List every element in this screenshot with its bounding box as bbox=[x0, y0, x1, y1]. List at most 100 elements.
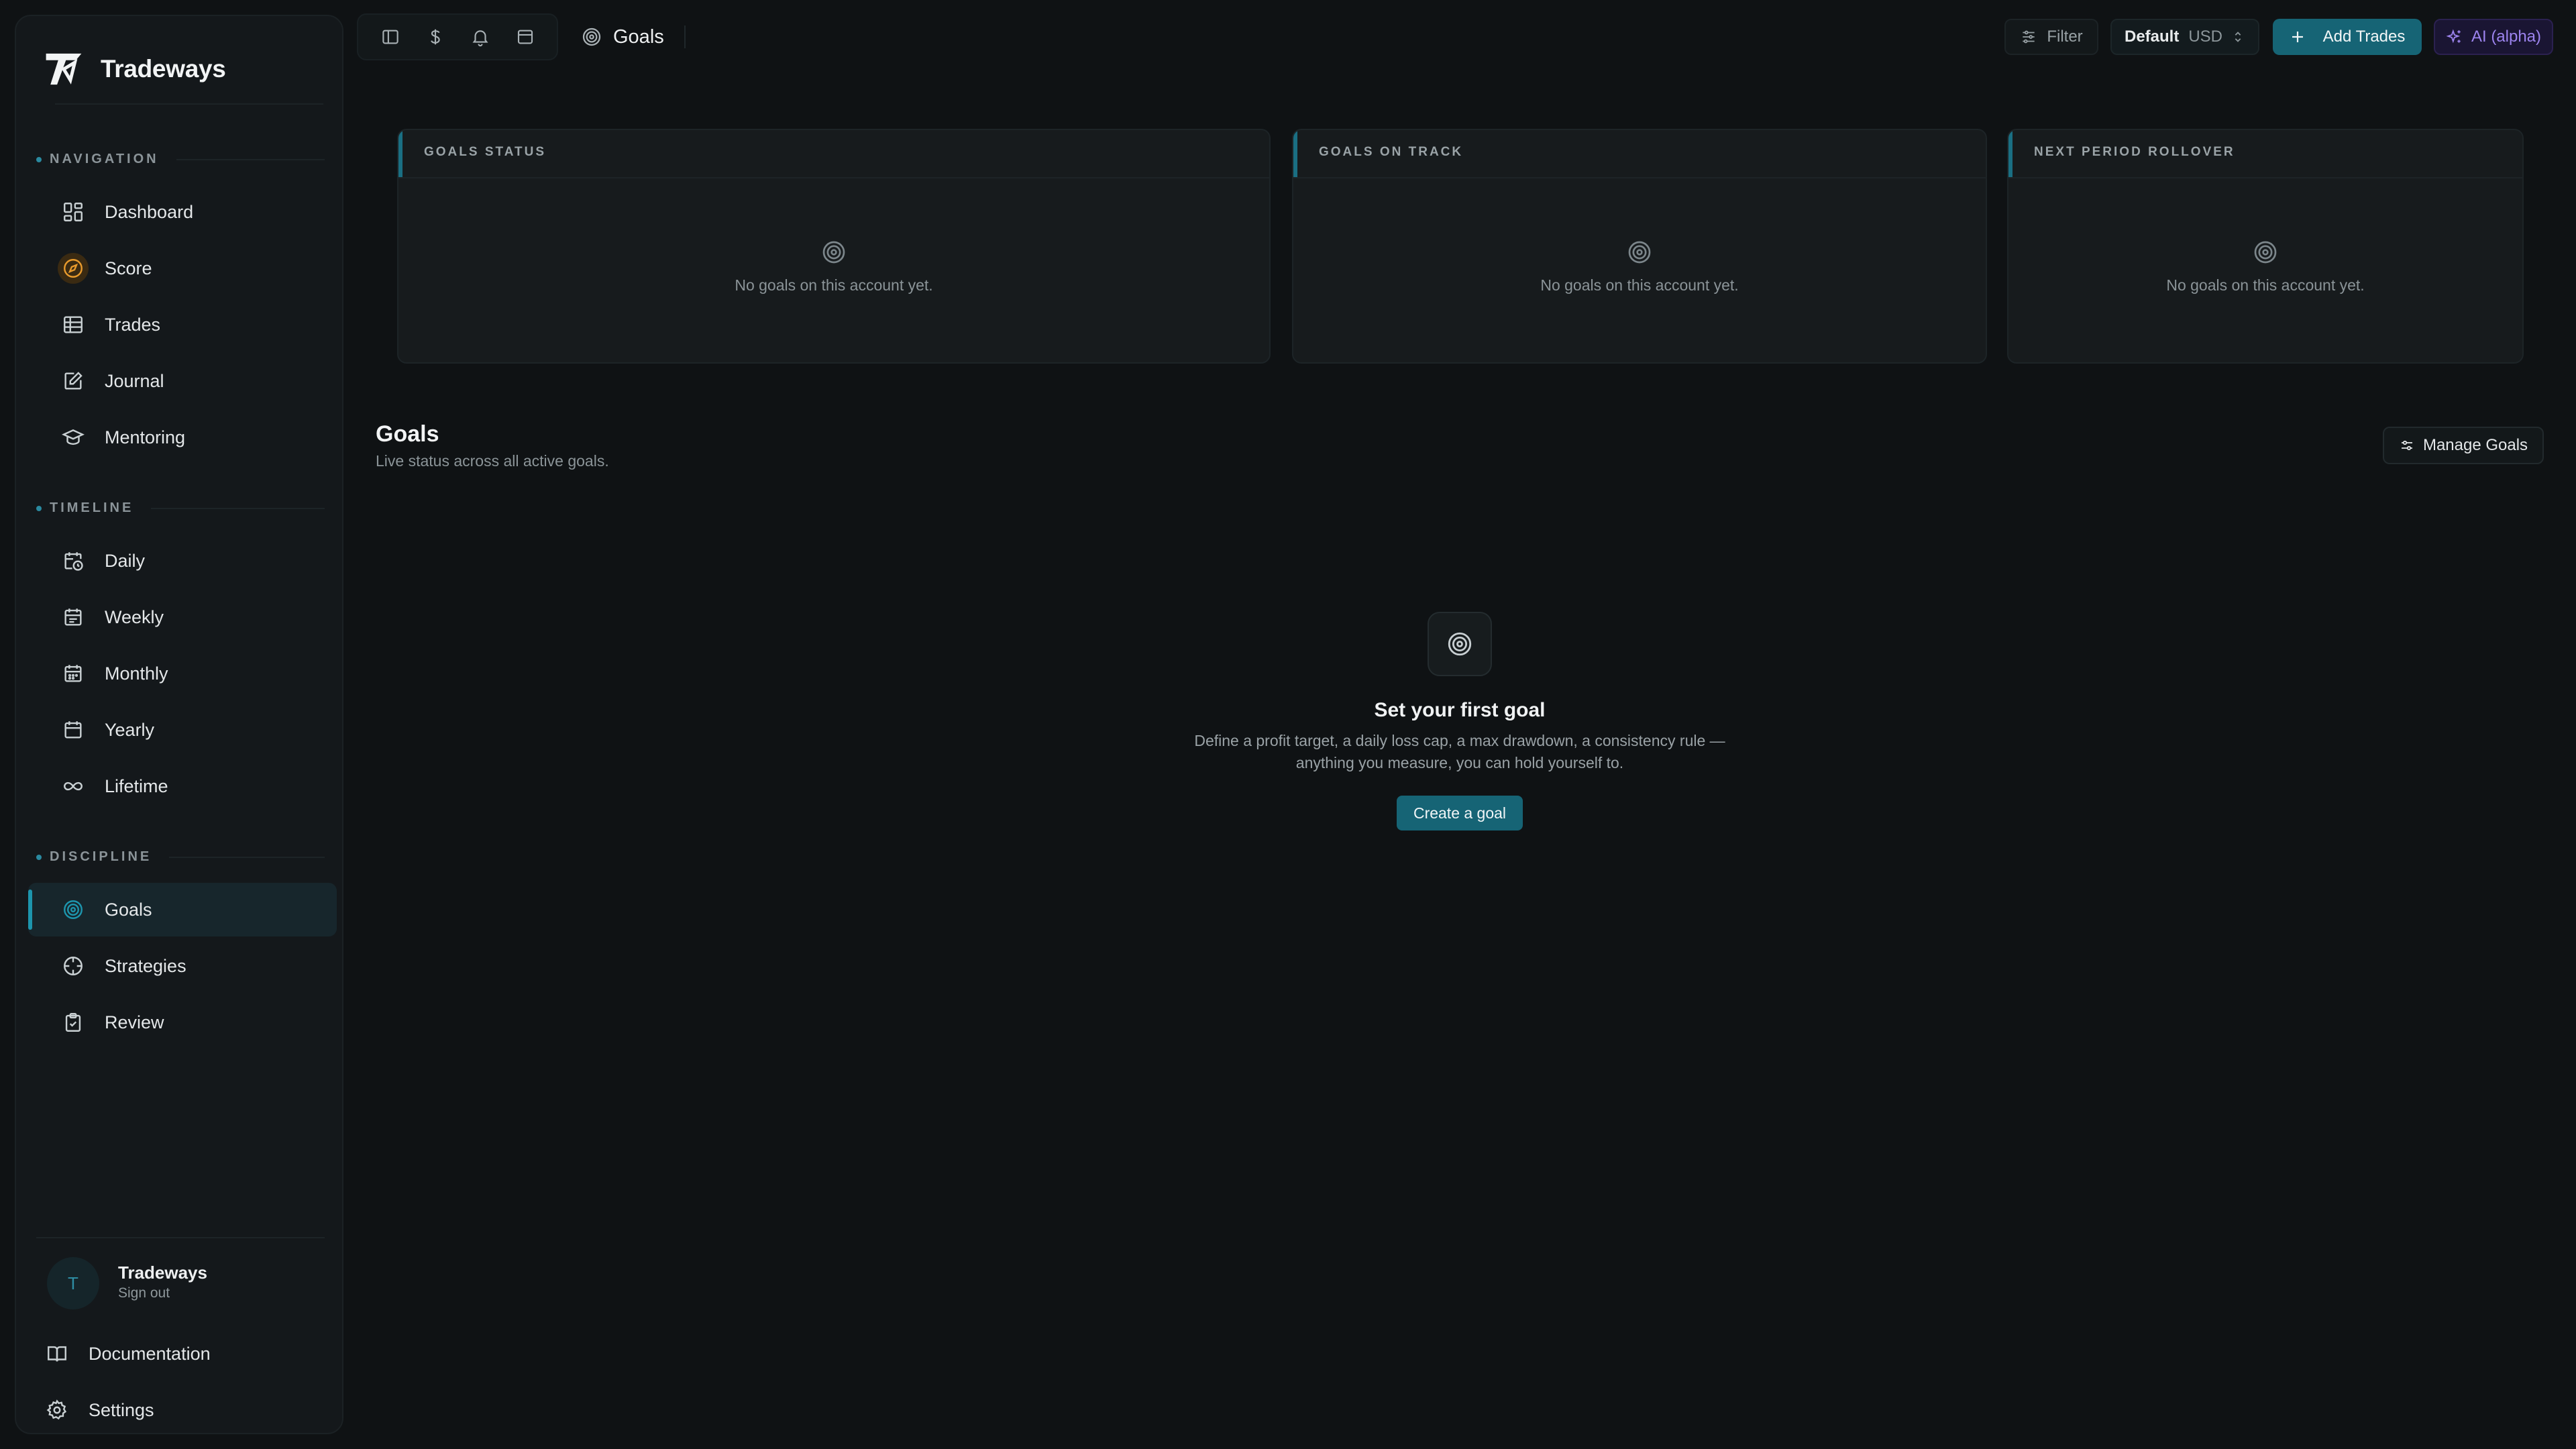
sidebar: Tradeways NAVIGATION Dashboard Score Tra… bbox=[15, 15, 343, 1434]
section-line bbox=[151, 507, 325, 509]
sidebar-item-review[interactable]: Review bbox=[28, 996, 337, 1049]
calendar-icon bbox=[64, 665, 82, 682]
sidebar-item-score[interactable]: Score bbox=[28, 241, 337, 295]
filter-label: Filter bbox=[2047, 28, 2083, 46]
target-icon bbox=[582, 28, 601, 46]
create-goal-button[interactable]: Create a goal bbox=[1397, 796, 1523, 830]
account-selector[interactable]: Default USD bbox=[2110, 19, 2259, 55]
sidebar-toggle-icon bbox=[382, 30, 398, 44]
sliders-icon bbox=[2023, 30, 2035, 44]
sidebar-item-daily[interactable]: Daily bbox=[28, 534, 337, 588]
bell-icon bbox=[472, 30, 488, 47]
page-title-label: Goals bbox=[613, 25, 664, 48]
empty-state-title: Set your first goal bbox=[1374, 699, 1546, 721]
settings-link[interactable]: Settings bbox=[46, 1390, 327, 1430]
section-dot bbox=[36, 854, 42, 860]
section-dot bbox=[36, 156, 42, 162]
sidebar-item-journal[interactable]: Journal bbox=[28, 354, 337, 408]
account-name: Default bbox=[2124, 28, 2180, 46]
section-navigation-label: NAVIGATION bbox=[50, 152, 159, 166]
documentation-link[interactable]: Documentation bbox=[46, 1334, 327, 1374]
manage-goals-button[interactable]: Manage Goals bbox=[2383, 427, 2544, 464]
graduation-cap-icon bbox=[62, 429, 85, 445]
target-icon bbox=[64, 900, 83, 919]
section-discipline: DISCIPLINE bbox=[36, 849, 325, 865]
sign-out-link[interactable]: Sign out bbox=[118, 1285, 170, 1301]
section-line bbox=[169, 856, 325, 858]
sidebar-item-monthly[interactable]: Monthly bbox=[28, 647, 337, 700]
sidebar-item-weekly[interactable]: Weekly bbox=[28, 590, 337, 644]
section-navigation: NAVIGATION bbox=[36, 152, 325, 167]
infinity-icon bbox=[64, 782, 83, 791]
calendar-button[interactable] bbox=[511, 22, 540, 52]
sliders-icon bbox=[2401, 440, 2412, 451]
sidebar-item-yearly[interactable]: Yearly bbox=[28, 703, 337, 757]
sidebar-item-label: Trades bbox=[105, 314, 161, 335]
target-icon bbox=[822, 241, 845, 264]
brand[interactable]: Tradeways bbox=[42, 32, 323, 106]
card-divider bbox=[1293, 177, 1986, 178]
user-divider bbox=[36, 1237, 325, 1238]
sparkles-icon bbox=[2446, 29, 2461, 44]
chevron-up-down-icon bbox=[2235, 32, 2241, 42]
crosshair-icon bbox=[64, 957, 83, 975]
toggle-sidebar-button[interactable] bbox=[376, 22, 405, 52]
account-currency: USD bbox=[2188, 28, 2222, 46]
sidebar-item-dashboard[interactable]: Dashboard bbox=[28, 185, 337, 239]
clipboard-check-icon bbox=[65, 1013, 81, 1032]
brand-name: Tradeways bbox=[101, 55, 226, 83]
notifications-button[interactable] bbox=[466, 22, 495, 52]
calendar-clock-icon bbox=[64, 552, 83, 571]
goals-status-card: GOALS STATUS No goals on this account ye… bbox=[397, 129, 1271, 364]
sidebar-item-label: Mentoring bbox=[105, 427, 186, 447]
card-title: NEXT PERIOD ROLLOVER bbox=[2034, 145, 2235, 159]
target-icon bbox=[2254, 241, 2277, 264]
ai-button[interactable]: AI (alpha) bbox=[2434, 19, 2553, 55]
sidebar-item-label: Strategies bbox=[105, 955, 186, 976]
currency-button[interactable] bbox=[421, 22, 450, 52]
card-title: GOALS STATUS bbox=[424, 145, 547, 159]
compass-icon bbox=[64, 259, 83, 278]
goals-section-title: Goals bbox=[376, 421, 439, 447]
sidebar-item-strategies[interactable]: Strategies bbox=[28, 939, 337, 993]
section-dot bbox=[36, 505, 42, 511]
section-line bbox=[176, 158, 325, 160]
sidebar-item-label: Weekly bbox=[105, 606, 164, 627]
sidebar-item-trades[interactable]: Trades bbox=[28, 298, 337, 352]
tradeways-logo-icon bbox=[46, 53, 82, 85]
empty-state-description: Define a profit target, a daily loss cap… bbox=[1114, 730, 1806, 774]
sidebar-item-goals[interactable]: Goals bbox=[28, 883, 337, 936]
section-timeline-label: TIMELINE bbox=[50, 500, 134, 515]
sidebar-item-label: Yearly bbox=[105, 719, 155, 740]
empty-state-icon-box bbox=[1428, 612, 1492, 676]
sidebar-item-label: Lifetime bbox=[105, 775, 168, 796]
sidebar-item-label: Review bbox=[105, 1012, 164, 1032]
sidebar-item-label: Daily bbox=[105, 550, 146, 571]
goals-on-track-card: GOALS ON TRACK No goals on this account … bbox=[1292, 129, 1987, 364]
table-icon bbox=[64, 316, 83, 333]
card-title: GOALS ON TRACK bbox=[1319, 145, 1464, 159]
card-divider bbox=[2008, 177, 2522, 178]
sidebar-item-label: Journal bbox=[105, 370, 164, 391]
card-divider bbox=[398, 177, 1269, 178]
avatar[interactable]: T bbox=[47, 1257, 99, 1309]
sidebar-item-lifetime[interactable]: Lifetime bbox=[28, 759, 337, 813]
next-period-rollover-card: NEXT PERIOD ROLLOVER No goals on this ac… bbox=[2007, 129, 2524, 364]
sidebar-item-label: Score bbox=[105, 258, 152, 278]
calendar-icon bbox=[64, 721, 82, 739]
empty-state-description-line: anything you measure, you can hold yours… bbox=[1295, 754, 1624, 771]
book-icon bbox=[48, 1346, 66, 1362]
sidebar-item-label: Monthly bbox=[105, 663, 168, 684]
add-trades-label: Add Trades bbox=[2322, 28, 2406, 46]
sidebar-item-mentoring[interactable]: Mentoring bbox=[28, 411, 337, 464]
add-trades-button[interactable]: Add Trades bbox=[2273, 19, 2422, 55]
empty-state-description-line: Define a profit target, a daily loss cap… bbox=[1194, 732, 1725, 749]
manage-goals-label: Manage Goals bbox=[2422, 436, 2528, 454]
edit-note-icon bbox=[64, 372, 83, 390]
sidebar-item-label: Goals bbox=[105, 899, 152, 920]
user-profile[interactable]: T Tradeways Sign out bbox=[32, 1250, 327, 1315]
page-title: Goals bbox=[581, 20, 664, 54]
filter-button[interactable]: Filter bbox=[2004, 19, 2098, 55]
toolbar-group bbox=[357, 13, 558, 60]
calendar-icon bbox=[64, 608, 82, 626]
